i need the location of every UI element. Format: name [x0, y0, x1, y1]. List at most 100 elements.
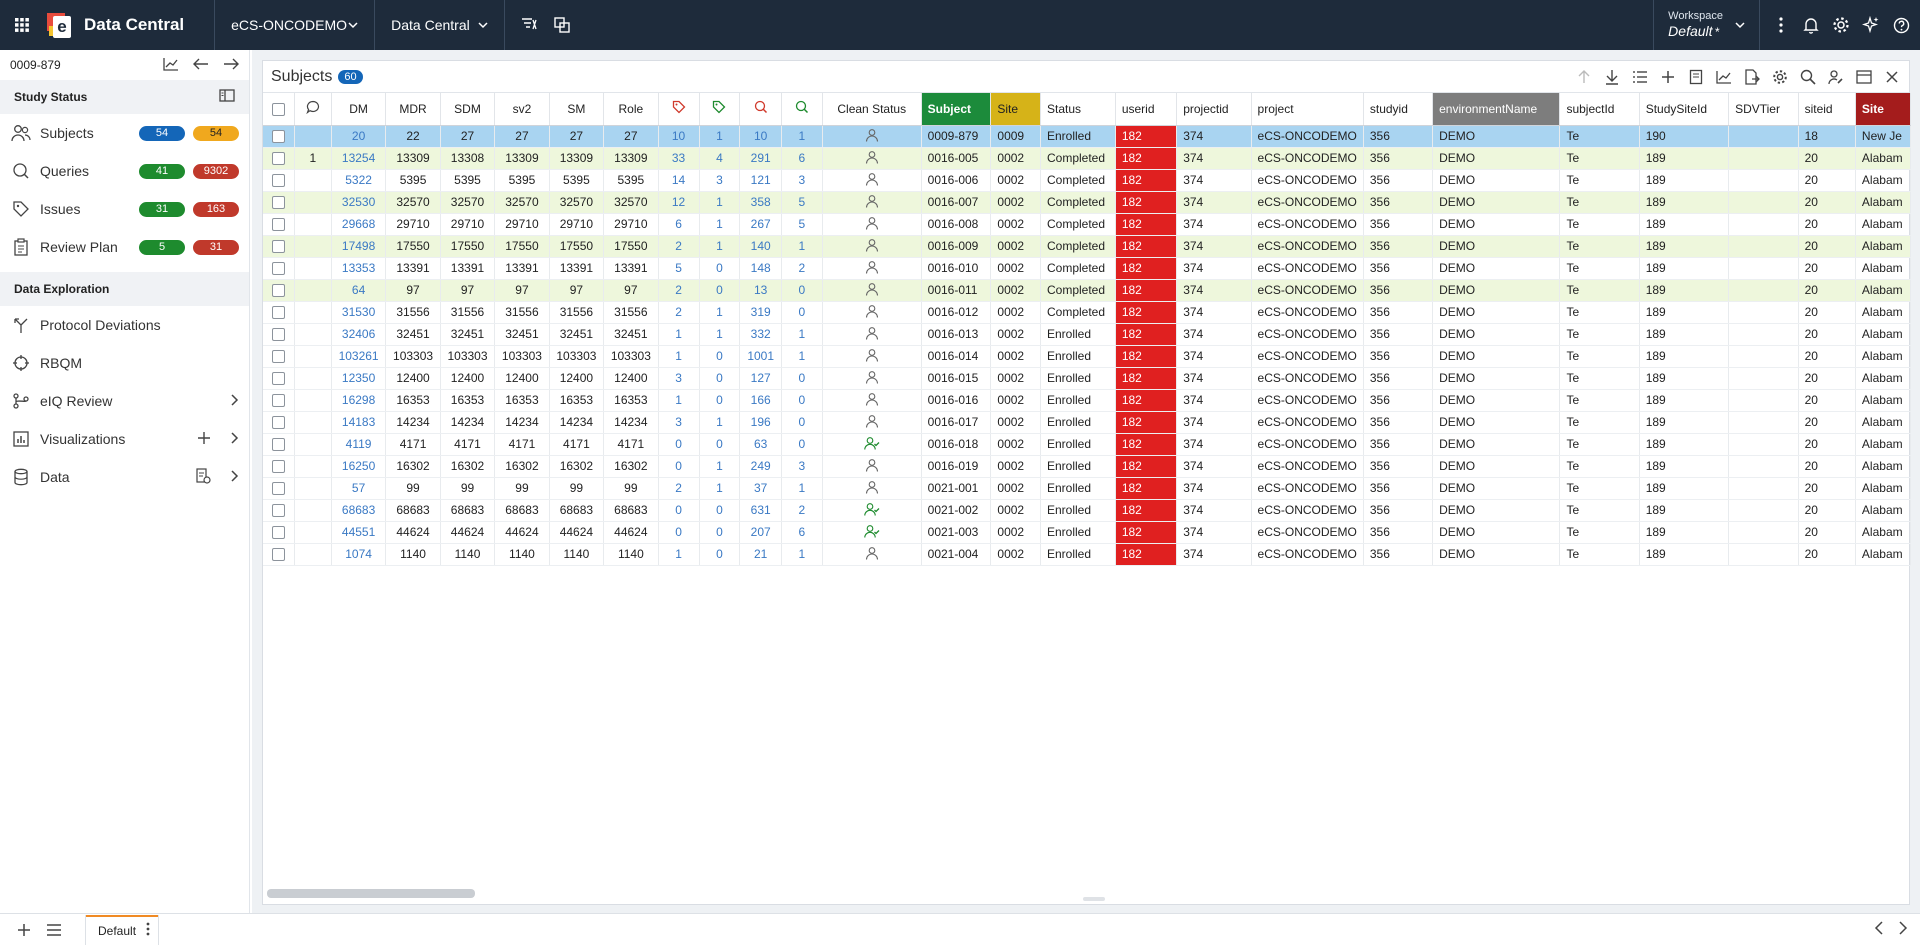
- cell-q2[interactable]: 3: [781, 455, 823, 478]
- horizontal-scrollbar[interactable]: [267, 889, 475, 898]
- cell-dm[interactable]: 13353: [331, 257, 387, 280]
- help-icon[interactable]: [1892, 16, 1910, 34]
- cell-t1[interactable]: 3: [658, 411, 700, 434]
- cell-clean-status[interactable]: [822, 213, 922, 236]
- gear-icon[interactable]: [1832, 16, 1850, 34]
- cell-dm[interactable]: 31530: [331, 301, 387, 324]
- study-dropdown[interactable]: eCS-ONCODEMO: [215, 0, 376, 50]
- sidebar-item-queries[interactable]: Queries 41 9302: [0, 152, 249, 190]
- row-checkbox[interactable]: [271, 394, 285, 408]
- cell-clean-status[interactable]: [822, 125, 922, 148]
- cell-q2[interactable]: 1: [781, 235, 823, 258]
- cell-t2[interactable]: 1: [699, 213, 741, 236]
- comment-count-cell[interactable]: [294, 125, 332, 148]
- cell-clean-status[interactable]: [822, 191, 922, 214]
- cell-q2[interactable]: 3: [781, 169, 823, 192]
- cell-t2[interactable]: 1: [699, 235, 741, 258]
- cell-q1[interactable]: 207: [739, 521, 782, 544]
- cell-dm[interactable]: 64: [331, 279, 387, 302]
- cell-dm[interactable]: 16298: [331, 389, 387, 412]
- cell-t2[interactable]: 1: [699, 125, 741, 148]
- upload-icon[interactable]: [1575, 68, 1593, 86]
- row-select-cell[interactable]: [263, 367, 295, 390]
- cell-dm[interactable]: 68683: [331, 499, 387, 522]
- row-select-cell[interactable]: [263, 433, 295, 456]
- column-header-studysiteid[interactable]: StudySiteId: [1639, 93, 1730, 126]
- add-icon[interactable]: [1659, 68, 1677, 86]
- cell-t1[interactable]: 3: [658, 367, 700, 390]
- table-row[interactable]: 103261 103303 103303 103303 103303 103303 1 0 10…: [263, 345, 1911, 368]
- column-header-open-queries[interactable]: [739, 93, 782, 126]
- cell-t2[interactable]: 4: [699, 147, 741, 170]
- column-header-sdvtier[interactable]: SDVTier: [1728, 93, 1799, 126]
- row-select-cell[interactable]: [263, 169, 295, 192]
- more-vertical-icon[interactable]: [1772, 16, 1790, 34]
- sidebar-item-visualizations[interactable]: Visualizations: [0, 420, 249, 458]
- table-row[interactable]: 32530 32570 32570 32570 32570 32570 12 1 358 5 001…: [263, 191, 1911, 214]
- comment-count-cell[interactable]: 1: [294, 147, 332, 170]
- cell-q2[interactable]: 1: [781, 477, 823, 500]
- cell-q2[interactable]: 1: [781, 345, 823, 368]
- cell-t2[interactable]: 1: [699, 411, 741, 434]
- column-header-subject[interactable]: Subject: [921, 93, 992, 126]
- row-select-cell[interactable]: [263, 147, 295, 170]
- cell-q2[interactable]: 5: [781, 191, 823, 214]
- row-checkbox[interactable]: [271, 196, 285, 210]
- cell-clean-status[interactable]: [822, 147, 922, 170]
- back-arrow-icon[interactable]: [193, 57, 209, 74]
- tab-default[interactable]: Default: [86, 914, 159, 945]
- cell-t2[interactable]: 0: [699, 257, 741, 280]
- cell-t2[interactable]: 1: [699, 191, 741, 214]
- cell-clean-status[interactable]: [822, 433, 922, 456]
- cell-q1[interactable]: 127: [739, 367, 782, 390]
- bell-icon[interactable]: [1802, 16, 1820, 34]
- forward-arrow-icon[interactable]: [223, 57, 239, 74]
- column-header-site-name[interactable]: Site: [1855, 93, 1911, 126]
- sidebar-item-subjects[interactable]: Subjects 54 54: [0, 114, 249, 152]
- module-dropdown[interactable]: Data Central: [375, 0, 506, 50]
- table-row[interactable]: 16298 16353 16353 16353 16353 16353 1 0 166 0 0016…: [263, 389, 1911, 412]
- cell-q2[interactable]: 0: [781, 301, 823, 324]
- row-checkbox[interactable]: [271, 372, 285, 386]
- more-vertical-icon[interactable]: [146, 922, 150, 939]
- column-header-siteid[interactable]: siteid: [1798, 93, 1856, 126]
- cell-q1[interactable]: 63: [739, 433, 782, 456]
- cell-clean-status[interactable]: [822, 521, 922, 544]
- chevron-right-icon[interactable]: [229, 393, 239, 409]
- cell-q2[interactable]: 1: [781, 125, 823, 148]
- row-checkbox[interactable]: [271, 416, 285, 430]
- row-select-cell[interactable]: [263, 235, 295, 258]
- cell-clean-status[interactable]: [822, 301, 922, 324]
- row-checkbox[interactable]: [271, 152, 285, 166]
- column-header-userid[interactable]: userid: [1115, 93, 1178, 126]
- menu-icon[interactable]: [40, 916, 68, 944]
- row-select-cell[interactable]: [263, 477, 295, 500]
- column-header-sdm[interactable]: SDM: [440, 93, 496, 126]
- sidebar-item-rbqm[interactable]: RBQM: [0, 344, 249, 382]
- column-header-studyid[interactable]: studyid: [1363, 93, 1434, 126]
- table-row[interactable]: 68683 68683 68683 68683 68683 68683 0 0 631 2 0021…: [263, 499, 1911, 522]
- column-header-environment-name[interactable]: environmentName: [1432, 93, 1561, 126]
- comment-count-cell[interactable]: [294, 169, 332, 192]
- cell-t1[interactable]: 1: [658, 543, 700, 566]
- cell-dm[interactable]: 12350: [331, 367, 387, 390]
- cell-clean-status[interactable]: [822, 367, 922, 390]
- cell-t2[interactable]: 0: [699, 543, 741, 566]
- row-checkbox[interactable]: [271, 482, 285, 496]
- comment-count-cell[interactable]: [294, 191, 332, 214]
- row-checkbox[interactable]: [271, 438, 285, 452]
- row-checkbox[interactable]: [271, 262, 285, 276]
- close-icon[interactable]: [1883, 68, 1901, 86]
- comment-count-cell[interactable]: [294, 235, 332, 258]
- row-select-cell[interactable]: [263, 543, 295, 566]
- cell-q2[interactable]: 1: [781, 323, 823, 346]
- cell-clean-status[interactable]: [822, 411, 922, 434]
- table-row[interactable]: 4119 4171 4171 4171 4171 4171 0 0 63 0 0016-018 000…: [263, 433, 1911, 456]
- comment-count-cell[interactable]: [294, 213, 332, 236]
- table-row[interactable]: 16250 16302 16302 16302 16302 16302 0 1 249 3 0016…: [263, 455, 1911, 478]
- cell-dm[interactable]: 13254: [331, 147, 387, 170]
- copy-frames-icon[interactable]: [553, 16, 571, 34]
- cell-q1[interactable]: 196: [739, 411, 782, 434]
- column-header-project[interactable]: project: [1251, 93, 1364, 126]
- table-row[interactable]: 1074 1140 1140 1140 1140 1140 1 0 21 1 0021-004 000…: [263, 543, 1911, 566]
